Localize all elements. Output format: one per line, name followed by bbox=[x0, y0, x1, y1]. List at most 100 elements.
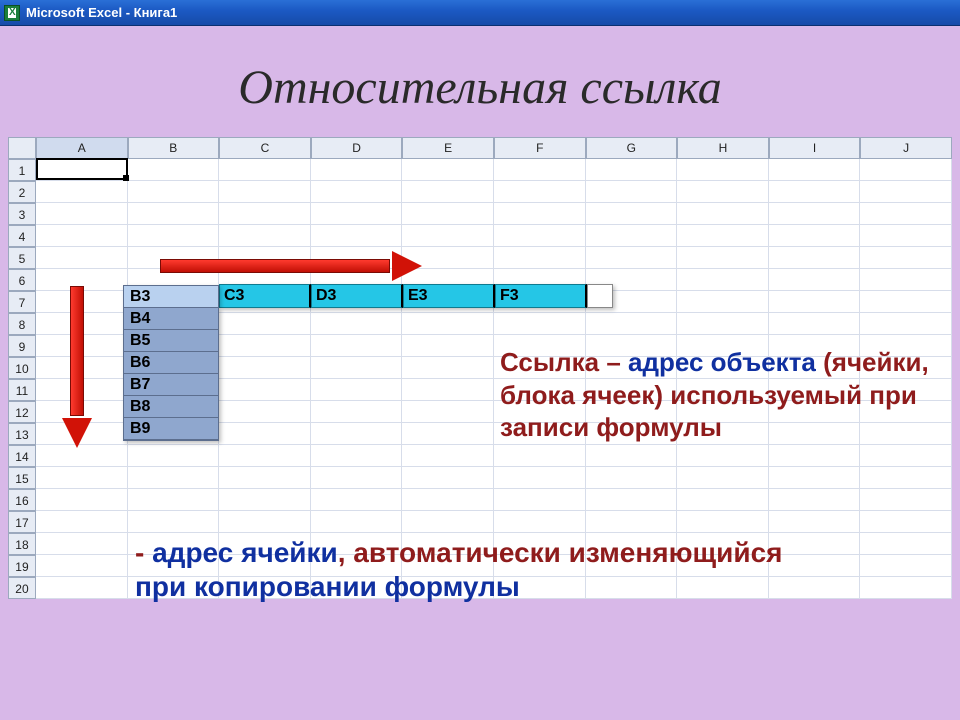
cell[interactable] bbox=[311, 313, 403, 335]
cell[interactable] bbox=[402, 203, 494, 225]
cell[interactable] bbox=[586, 511, 678, 533]
cell[interactable] bbox=[36, 181, 128, 203]
cell[interactable] bbox=[36, 247, 128, 269]
cell[interactable] bbox=[219, 313, 311, 335]
cell[interactable] bbox=[402, 181, 494, 203]
cell[interactable] bbox=[219, 445, 311, 467]
cell[interactable] bbox=[586, 247, 678, 269]
col-header-i[interactable]: I bbox=[769, 137, 861, 159]
row-header[interactable]: 12 bbox=[8, 401, 36, 423]
cell[interactable] bbox=[494, 247, 586, 269]
cell[interactable] bbox=[128, 511, 220, 533]
cell[interactable] bbox=[402, 379, 494, 401]
cell[interactable] bbox=[769, 225, 861, 247]
col-header-h[interactable]: H bbox=[677, 137, 769, 159]
cell[interactable] bbox=[36, 577, 128, 599]
cell[interactable] bbox=[219, 181, 311, 203]
cell[interactable] bbox=[494, 467, 586, 489]
cell[interactable] bbox=[677, 467, 769, 489]
cell[interactable] bbox=[128, 181, 220, 203]
cell[interactable] bbox=[860, 181, 952, 203]
row-header[interactable]: 8 bbox=[8, 313, 36, 335]
cell[interactable] bbox=[860, 577, 952, 599]
cell[interactable] bbox=[36, 489, 128, 511]
cell[interactable] bbox=[36, 467, 128, 489]
fill-handle[interactable] bbox=[123, 175, 129, 181]
cell[interactable] bbox=[219, 401, 311, 423]
cell[interactable] bbox=[128, 225, 220, 247]
cell[interactable] bbox=[860, 533, 952, 555]
cell[interactable] bbox=[677, 225, 769, 247]
cell[interactable] bbox=[586, 467, 678, 489]
cell[interactable] bbox=[402, 401, 494, 423]
cell[interactable] bbox=[402, 159, 494, 181]
cell[interactable] bbox=[311, 335, 403, 357]
cell[interactable] bbox=[311, 489, 403, 511]
active-cell-a1[interactable] bbox=[36, 158, 128, 180]
col-header-g[interactable]: G bbox=[586, 137, 678, 159]
cell[interactable] bbox=[402, 225, 494, 247]
cell[interactable] bbox=[311, 467, 403, 489]
cell[interactable] bbox=[860, 269, 952, 291]
cell[interactable] bbox=[769, 159, 861, 181]
cell[interactable] bbox=[494, 203, 586, 225]
cell[interactable] bbox=[769, 467, 861, 489]
col-header-a[interactable]: A bbox=[36, 137, 128, 159]
cell[interactable] bbox=[860, 489, 952, 511]
cell[interactable] bbox=[311, 379, 403, 401]
cell[interactable] bbox=[311, 445, 403, 467]
cell[interactable] bbox=[128, 445, 220, 467]
cell[interactable] bbox=[219, 467, 311, 489]
cell[interactable] bbox=[311, 225, 403, 247]
cell[interactable] bbox=[402, 467, 494, 489]
cell[interactable] bbox=[677, 247, 769, 269]
row-header[interactable]: 14 bbox=[8, 445, 36, 467]
cell[interactable] bbox=[36, 203, 128, 225]
cell[interactable] bbox=[402, 423, 494, 445]
row-header[interactable]: 9 bbox=[8, 335, 36, 357]
row-header[interactable]: 4 bbox=[8, 225, 36, 247]
cell[interactable] bbox=[769, 291, 861, 313]
cell[interactable] bbox=[769, 445, 861, 467]
cell[interactable] bbox=[677, 159, 769, 181]
cell[interactable] bbox=[769, 511, 861, 533]
cell[interactable] bbox=[494, 313, 586, 335]
cell[interactable] bbox=[402, 445, 494, 467]
row-header[interactable]: 10 bbox=[8, 357, 36, 379]
cell[interactable] bbox=[36, 511, 128, 533]
cell[interactable] bbox=[219, 511, 311, 533]
cell[interactable] bbox=[494, 445, 586, 467]
row-header[interactable]: 2 bbox=[8, 181, 36, 203]
cell[interactable] bbox=[128, 203, 220, 225]
row-header[interactable]: 18 bbox=[8, 533, 36, 555]
cell[interactable] bbox=[494, 489, 586, 511]
cell[interactable] bbox=[219, 335, 311, 357]
cell[interactable] bbox=[860, 203, 952, 225]
cell[interactable] bbox=[586, 181, 678, 203]
cell[interactable] bbox=[36, 445, 128, 467]
cell[interactable] bbox=[860, 313, 952, 335]
cell[interactable] bbox=[677, 313, 769, 335]
row-header[interactable]: 13 bbox=[8, 423, 36, 445]
cell[interactable] bbox=[494, 225, 586, 247]
row-header[interactable]: 6 bbox=[8, 269, 36, 291]
cell[interactable] bbox=[311, 203, 403, 225]
cell[interactable] bbox=[769, 489, 861, 511]
cell[interactable] bbox=[219, 357, 311, 379]
cell[interactable] bbox=[219, 379, 311, 401]
cell[interactable] bbox=[769, 247, 861, 269]
cell[interactable] bbox=[860, 159, 952, 181]
cell[interactable] bbox=[860, 247, 952, 269]
cell[interactable] bbox=[219, 203, 311, 225]
cell[interactable] bbox=[586, 489, 678, 511]
col-header-e[interactable]: E bbox=[402, 137, 494, 159]
col-header-f[interactable]: F bbox=[494, 137, 586, 159]
cell[interactable] bbox=[402, 335, 494, 357]
cell[interactable] bbox=[769, 203, 861, 225]
row-header[interactable]: 1 bbox=[8, 159, 36, 181]
cell[interactable] bbox=[311, 401, 403, 423]
row-header[interactable]: 5 bbox=[8, 247, 36, 269]
cell[interactable] bbox=[219, 225, 311, 247]
col-header-b[interactable]: B bbox=[128, 137, 220, 159]
cell[interactable] bbox=[494, 159, 586, 181]
